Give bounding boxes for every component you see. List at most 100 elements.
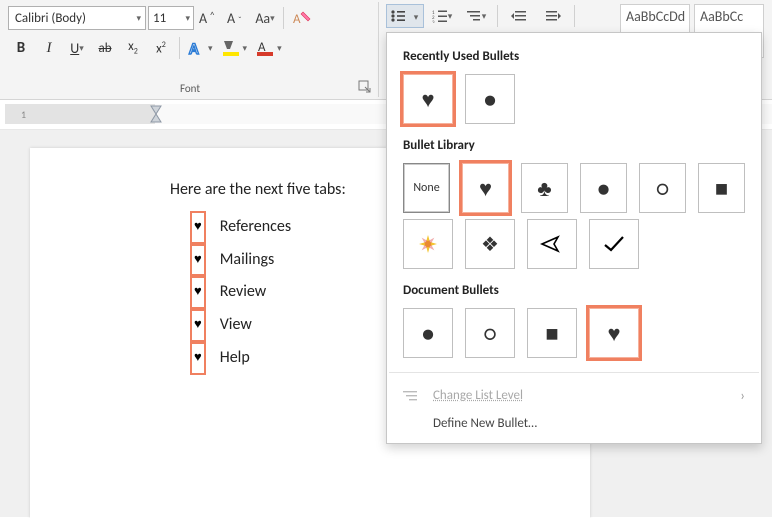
list-item: ♥ Review (190, 276, 346, 309)
bullet-swatch-disc[interactable]: ● (465, 74, 515, 124)
chevron-down-icon: ▾ (136, 13, 141, 24)
none-label: None (413, 181, 439, 195)
separator (283, 7, 284, 29)
bullet-swatch-circle[interactable]: ○ (639, 163, 686, 213)
separator (497, 5, 498, 27)
heart-icon: ♥ (479, 175, 492, 202)
bullet-swatch-circle[interactable]: ○ (465, 308, 515, 358)
square-icon: ■ (715, 175, 728, 202)
list-item-text: Mailings (220, 248, 275, 273)
shrink-font-button[interactable]: Aˇ (224, 5, 250, 31)
circle-icon: ○ (484, 320, 496, 347)
increase-indent-button[interactable] (537, 4, 569, 28)
bullet-swatch-diamonds[interactable]: ❖ (465, 219, 515, 269)
underline-icon: U (70, 40, 79, 57)
disc-icon: ● (483, 86, 496, 113)
multilevel-list-button[interactable]: ▾ (460, 4, 492, 28)
italic-button[interactable]: I (36, 35, 62, 61)
define-new-bullet-label: Define New Bullet… (433, 416, 537, 431)
chevron-down-icon: ▾ (409, 9, 423, 24)
section-heading-document: Document Bullets (387, 275, 761, 308)
arrow-icon (540, 234, 564, 254)
document-body: Here are the next five tabs: ♥ Reference… (170, 178, 346, 375)
bulleted-list: ♥ References ♥ Mailings ♥ Review ♥ (190, 211, 346, 375)
disc-icon: ● (421, 320, 434, 347)
bullet-swatch-square[interactable]: ■ (698, 163, 745, 213)
bullet-swatch-fourstar[interactable] (403, 219, 453, 269)
define-new-bullet-item[interactable]: Define New Bullet… (387, 410, 761, 437)
bullet-swatch-arrow[interactable] (527, 219, 577, 269)
highlight-button[interactable]: ▾ (218, 35, 251, 61)
font-name-combo[interactable]: Calibri (Body) ▾ (8, 6, 146, 30)
bullet-swatch-none[interactable]: None (403, 163, 450, 213)
intro-text: Here are the next five tabs: (170, 178, 346, 203)
recent-bullets-row: ♥ ● (387, 74, 761, 130)
svg-text:3: 3 (432, 20, 435, 23)
list-item-text: Review (220, 280, 267, 305)
bullet-highlight: ♥ (190, 276, 206, 309)
chevron-right-icon: › (740, 387, 745, 404)
document-bullets-row: ● ○ ■ ♥ (387, 308, 761, 364)
font-size-value: 11 (153, 11, 166, 26)
bold-button[interactable]: B (8, 35, 34, 61)
club-icon: ♣ (537, 175, 551, 202)
font-group-launcher[interactable] (358, 80, 374, 96)
font-group-label: Font (0, 82, 380, 95)
bullets-split-button[interactable]: ▾ (386, 4, 424, 28)
font-size-combo[interactable]: 11 ▾ (148, 6, 194, 30)
bullet-highlight: ♥ (190, 244, 206, 277)
bullet-swatch-check[interactable] (589, 219, 639, 269)
change-list-level-icon (403, 389, 421, 403)
bullet-highlight: ♥ (190, 211, 206, 244)
list-item-text: View (220, 313, 252, 338)
bullet-swatch-disc[interactable]: ● (580, 163, 627, 213)
grow-font-button[interactable]: A^ (196, 5, 222, 31)
separator (179, 37, 180, 59)
list-item: ♥ Mailings (190, 244, 346, 277)
superscript-icon: x2 (156, 40, 166, 56)
change-case-button[interactable]: Aa ▾ (252, 5, 278, 31)
fourstar-icon (417, 233, 439, 255)
list-item: ♥ Help (190, 342, 346, 375)
clear-formatting-icon: A (292, 9, 312, 27)
chevron-down-icon: ▾ (185, 13, 190, 24)
clear-formatting-button[interactable]: A (289, 5, 315, 31)
grow-font-icon: A^ (199, 9, 219, 27)
heart-icon: ♥ (194, 284, 202, 299)
list-item-text: Help (220, 346, 250, 371)
superscript-button[interactable]: x2 (148, 35, 174, 61)
bullet-swatch-club[interactable]: ♣ (521, 163, 568, 213)
numbering-button[interactable]: 123▾ (426, 4, 458, 28)
bullet-swatch-heart[interactable]: ♥ (589, 308, 639, 358)
chevron-down-icon: ▾ (243, 43, 248, 54)
svg-text:^: ^ (210, 10, 215, 21)
font-color-button[interactable]: A ▾ (252, 35, 285, 61)
ruler-mark: 1 (21, 108, 26, 121)
list-item: ♥ View (190, 309, 346, 342)
underline-button[interactable]: U▾ (64, 35, 90, 61)
strikethrough-button[interactable]: ab (92, 35, 118, 61)
highlight-icon (221, 39, 243, 57)
bullet-swatch-heart[interactable]: ♥ (462, 163, 509, 213)
decrease-indent-button[interactable] (503, 4, 535, 28)
heart-icon: ♥ (421, 86, 434, 113)
increase-indent-icon (545, 9, 561, 23)
bullet-swatch-disc[interactable]: ● (403, 308, 453, 358)
heart-icon: ♥ (194, 317, 202, 332)
subscript-button[interactable]: x2 (120, 35, 146, 61)
section-heading-recent: Recently Used Bullets (387, 41, 761, 74)
change-list-level-label: Change List Level (433, 388, 523, 403)
chevron-down-icon: ▾ (270, 13, 275, 24)
font-name-value: Calibri (Body) (15, 11, 86, 26)
bullet-swatch-heart[interactable]: ♥ (403, 74, 453, 124)
subscript-icon: x2 (128, 39, 138, 57)
chevron-down-icon: ▾ (277, 43, 282, 54)
heart-icon: ♥ (607, 320, 620, 347)
section-heading-library: Bullet Library (387, 130, 761, 163)
bullet-swatch-square[interactable]: ■ (527, 308, 577, 358)
list-item-text: References (220, 215, 291, 240)
strikethrough-icon: ab (98, 41, 111, 56)
group-divider (378, 2, 379, 97)
style-preview-text: AaBbCcDd (626, 8, 685, 25)
text-effects-button[interactable]: A ▾ (185, 35, 216, 61)
